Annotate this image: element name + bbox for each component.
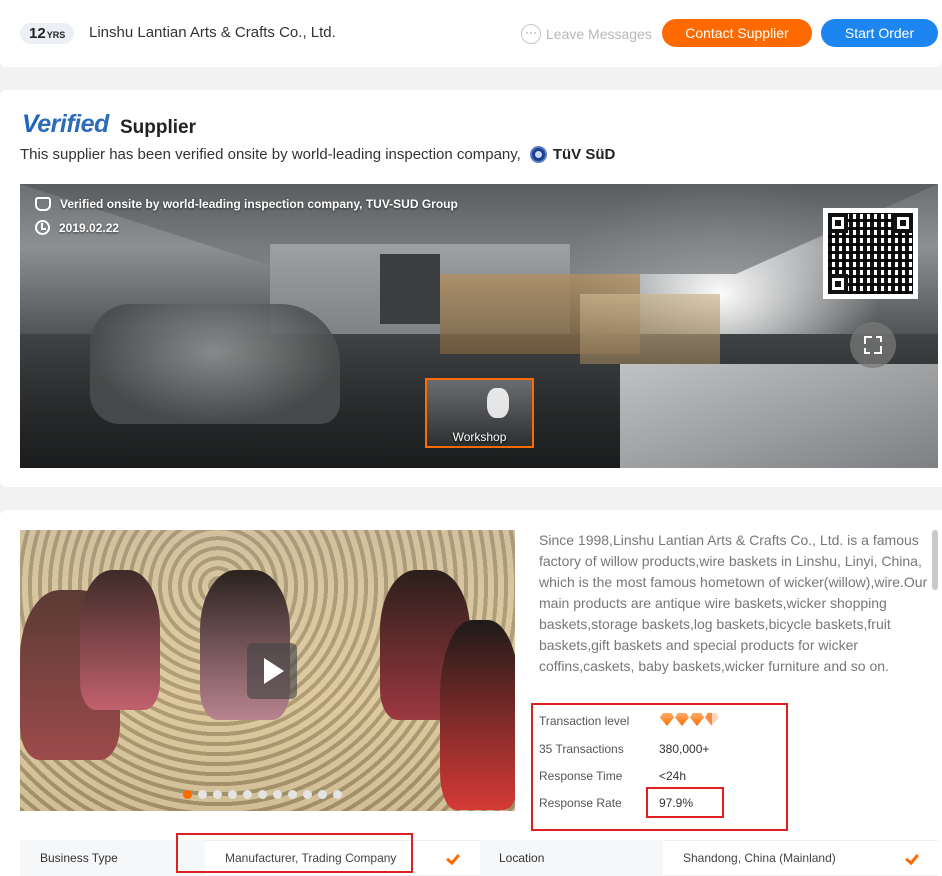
company-video[interactable] <box>20 530 515 811</box>
inspector-brand: TüV SüD <box>529 146 616 163</box>
response-rate-label: Response Rate <box>539 796 622 810</box>
leave-messages-label: Leave Messages <box>546 26 652 42</box>
company-overview-card: Since 1998,Linshu Lantian Arts & Crafts … <box>0 510 942 876</box>
carousel-dot[interactable] <box>303 790 312 799</box>
years-number: 12 <box>29 25 46 42</box>
chat-bubble-icon <box>521 24 541 44</box>
location-label: Location <box>480 840 663 876</box>
verified-logo: Verified <box>22 110 109 138</box>
transactions-count-label: 35 Transactions <box>539 742 624 756</box>
supplier-header-bar: 12 YRS Linshu Lantian Arts & Crafts Co.,… <box>0 0 942 67</box>
inspector-name: TüV SüD <box>552 146 616 163</box>
supplier-heading: Supplier <box>120 117 197 138</box>
company-name[interactable]: Linshu Lantian Arts & Crafts Co., Ltd. <box>89 24 336 41</box>
carousel-dot[interactable] <box>213 790 222 799</box>
location-value: Shandong, China (Mainland) <box>663 840 938 876</box>
verified-inspection-icon <box>35 197 51 211</box>
play-icon[interactable] <box>247 643 297 699</box>
carousel-dot[interactable] <box>183 790 192 799</box>
diamond-icon <box>690 713 704 726</box>
panorama-date-text: 2019.02.22 <box>59 220 120 235</box>
location-check-icon <box>905 852 917 864</box>
business-type-highlight <box>176 833 413 873</box>
panorama-caption: Verified onsite by world-leading inspect… <box>35 197 458 211</box>
response-time-value: <24h <box>659 769 687 783</box>
workshop-thumbnail-label: Workshop <box>452 430 507 444</box>
verified-description: This supplier has been verified onsite b… <box>20 146 615 163</box>
years-unit: YRS <box>46 29 66 40</box>
diamond-icon <box>660 713 674 726</box>
company-description: Since 1998,Linshu Lantian Arts & Crafts … <box>539 532 928 680</box>
business-type-check-icon <box>446 852 458 864</box>
tuv-sud-logo-icon <box>529 146 547 163</box>
carousel-dot[interactable] <box>333 790 342 799</box>
leave-messages-link[interactable]: Leave Messages <box>521 24 652 44</box>
verified-supplier-card: Verified Supplier This supplier has been… <box>0 90 942 487</box>
carousel-dot[interactable] <box>198 790 207 799</box>
qr-code <box>823 208 918 299</box>
response-time-label: Response Time <box>539 769 623 783</box>
carousel-dot[interactable] <box>288 790 297 799</box>
response-rate-highlight <box>646 787 724 818</box>
transaction-level-diamonds <box>660 713 719 726</box>
clock-icon <box>35 220 50 235</box>
fullscreen-expand-icon[interactable] <box>850 322 896 368</box>
carousel-dot[interactable] <box>318 790 327 799</box>
contact-supplier-button[interactable]: Contact Supplier <box>662 19 812 47</box>
company-info-row: Business Type Manufacturer, Trading Comp… <box>20 840 938 876</box>
workshop-thumbnail[interactable]: Workshop <box>425 378 534 448</box>
start-order-button[interactable]: Start Order <box>821 19 938 47</box>
carousel-dot[interactable] <box>273 790 282 799</box>
carousel-dot[interactable] <box>258 790 267 799</box>
factory-panorama-viewer[interactable]: Verified onsite by world-leading inspect… <box>20 184 938 468</box>
transactions-value: 380,000+ <box>659 742 710 756</box>
years-badge: 12 YRS <box>20 23 75 44</box>
verified-description-text: This supplier has been verified onsite b… <box>20 146 521 163</box>
transaction-level-label: Transaction level <box>539 714 630 728</box>
carousel-dot[interactable] <box>228 790 237 799</box>
diamond-icon <box>705 713 719 726</box>
panorama-date: 2019.02.22 <box>35 220 119 235</box>
carousel-dot[interactable] <box>243 790 252 799</box>
diamond-icon <box>675 713 689 726</box>
panorama-caption-text: Verified onsite by world-leading inspect… <box>60 197 458 211</box>
description-scrollbar[interactable] <box>932 530 938 590</box>
carousel-dots <box>183 790 342 799</box>
